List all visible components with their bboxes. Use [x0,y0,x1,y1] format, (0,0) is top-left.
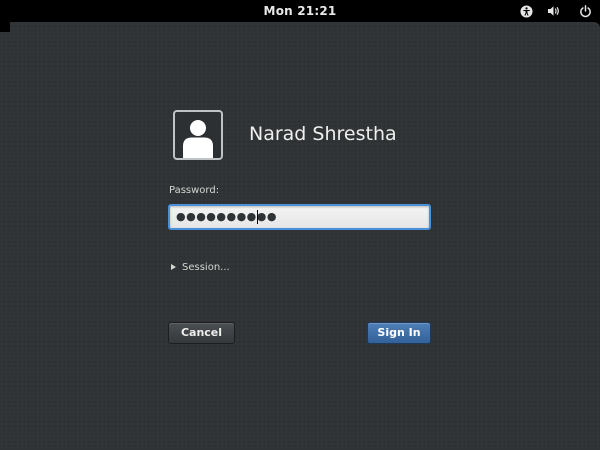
user-avatar-icon [183,120,213,158]
cancel-button[interactable]: Cancel [168,322,235,344]
expander-arrow-icon [171,264,176,270]
text-cursor [257,210,258,224]
login-screen [0,22,600,450]
password-value: ●●●●●●●●●● [176,210,277,223]
session-label: Session... [182,261,230,273]
sign-in-button[interactable]: Sign In [367,322,431,344]
accessibility-icon[interactable] [515,0,537,22]
clock: Mon 21:21 [0,0,600,22]
volume-icon[interactable] [543,0,565,22]
password-field[interactable]: ●●●●●●●●●● [168,204,431,230]
session-expander[interactable]: Session... [171,260,230,274]
password-label: Password: [169,185,220,196]
top-bar: Mon 21:21 [0,0,600,22]
power-icon[interactable] [574,0,596,22]
user-name: Narad Shrestha [249,123,397,145]
user-avatar [173,110,223,160]
clock-label[interactable]: Mon 21:21 [264,4,337,18]
